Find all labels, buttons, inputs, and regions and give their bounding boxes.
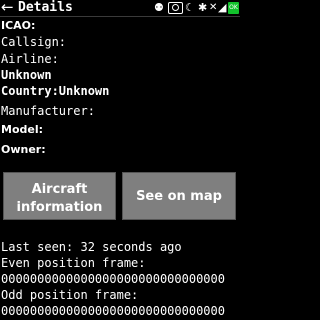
aircraft-information-button[interactable]: Aircraft information	[3, 172, 116, 220]
aircraft-button-line2: information	[16, 200, 103, 215]
country-value: Country:Unknown	[1, 84, 110, 98]
odd-frame-label: Odd position frame:	[1, 288, 139, 302]
odd-frame-value: 0000000000000000000000000000000	[1, 304, 225, 318]
battery-icon: OK	[228, 2, 239, 14]
even-frame-label: Even position frame:	[1, 256, 146, 270]
signal-icon: ◢	[218, 1, 227, 14]
aircraft-button-line1: Aircraft	[31, 182, 88, 197]
callsign-label: Callsign:	[1, 35, 67, 49]
icao-label: ICAO:	[1, 19, 36, 32]
no-signal-icon: ✕	[209, 2, 218, 13]
airline-value: Unknown	[1, 68, 52, 82]
spy-icon: ⚉	[154, 1, 164, 14]
back-arrow-icon[interactable]: ←	[1, 0, 17, 16]
manufacturer-label: Manufacturer:	[1, 104, 95, 118]
last-seen-text: Last seen: 32 seconds ago	[1, 240, 182, 254]
status-bar: ← Details ⚉ ☾ ✱ ✕ ◢ OK	[0, 0, 240, 17]
even-frame-value: 0000000000000000000000000000000	[1, 272, 225, 286]
camera-icon	[168, 2, 183, 14]
owner-label: Owner:	[1, 143, 46, 156]
model-label: Model:	[1, 123, 44, 136]
airline-label: Airline:	[1, 52, 59, 66]
page-title: Details	[18, 0, 73, 15]
moon-icon: ☾	[185, 1, 195, 14]
bluetooth-icon: ✱	[198, 1, 208, 14]
see-on-map-button[interactable]: See on map	[122, 172, 236, 220]
